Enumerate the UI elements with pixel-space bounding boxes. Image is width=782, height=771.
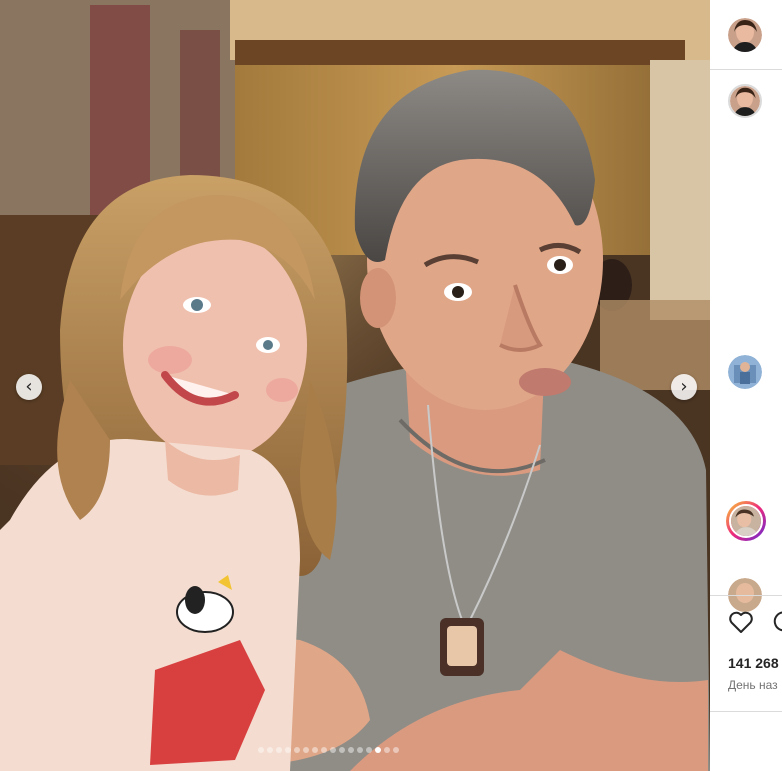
carousel-dot <box>330 747 336 753</box>
carousel-dot <box>258 747 264 753</box>
carousel-dot <box>294 747 300 753</box>
commenter-story-avatar-image <box>729 504 763 538</box>
heart-icon[interactable] <box>728 610 754 634</box>
comment-icon[interactable] <box>772 610 782 634</box>
carousel-dot <box>393 747 399 753</box>
commenter-story-avatar[interactable] <box>726 501 766 541</box>
carousel-dot <box>339 747 345 753</box>
likes-count[interactable]: 141 268 <box>728 655 779 671</box>
post-photo-viewer: ‹ › <box>0 0 710 771</box>
author-avatar-image <box>728 18 762 52</box>
header-divider <box>710 69 782 70</box>
carousel-dot <box>357 747 363 753</box>
carousel-dot <box>267 747 273 753</box>
instagram-post-view: ‹ › 141 268 День наз <box>0 0 782 771</box>
post-photo <box>0 0 710 771</box>
carousel-dots <box>258 747 399 755</box>
carousel-dot <box>303 747 309 753</box>
post-timestamp[interactable]: День наз <box>728 678 778 692</box>
carousel-dot <box>348 747 354 753</box>
commenter-avatar[interactable] <box>728 355 762 389</box>
carousel-dot <box>366 747 372 753</box>
footer-divider <box>710 711 782 712</box>
post-side-panel: 141 268 День наз <box>710 0 782 771</box>
carousel-dot <box>384 747 390 753</box>
carousel-dot <box>321 747 327 753</box>
carousel-dot <box>312 747 318 753</box>
actions-divider <box>710 595 782 596</box>
carousel-dot <box>285 747 291 753</box>
carousel-prev-button[interactable]: ‹ <box>16 374 42 400</box>
carousel-next-button[interactable]: › <box>671 374 697 400</box>
author-avatar[interactable] <box>728 18 762 52</box>
commenter-avatar-image <box>728 355 762 389</box>
caption-author-avatar-image <box>730 86 760 116</box>
carousel-dot-active <box>375 747 381 753</box>
carousel-dot <box>276 747 282 753</box>
caption-author-avatar[interactable] <box>728 84 762 118</box>
